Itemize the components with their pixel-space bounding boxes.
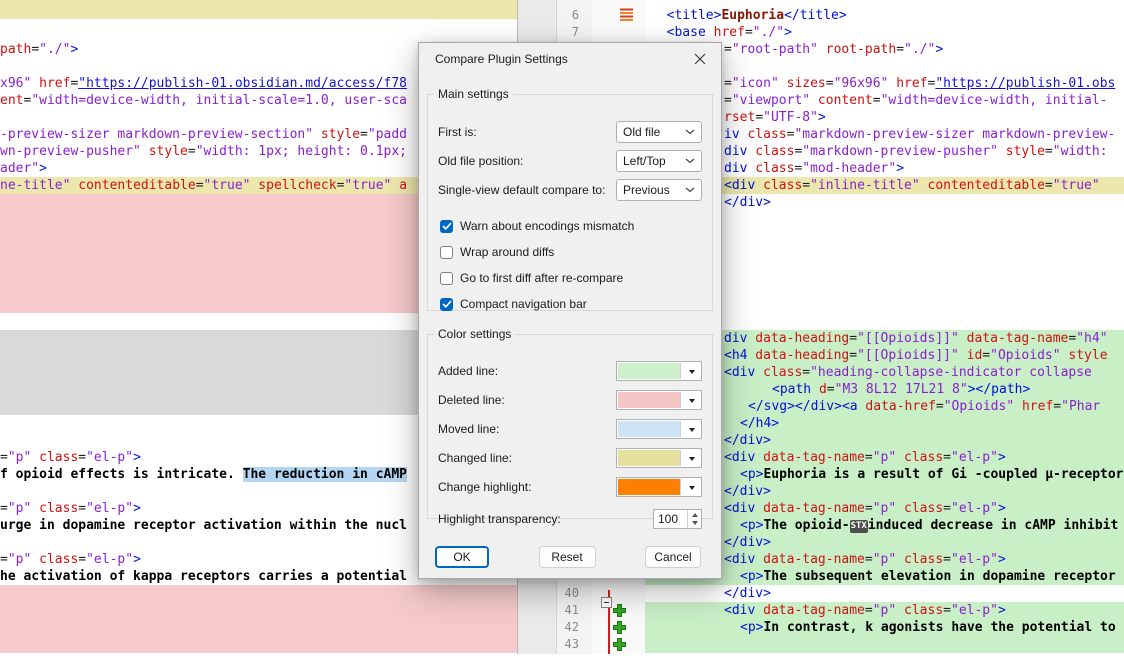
moved-line-label: Moved line: — [438, 422, 616, 436]
color-swatch — [618, 421, 681, 437]
color-settings-group: Color settings Added line: Deleted line:… — [427, 327, 713, 519]
checkbox-label: Compact navigation bar — [460, 297, 702, 311]
added-line-plus-icon — [613, 604, 626, 617]
deleted-line-label: Deleted line: — [438, 393, 616, 407]
close-icon — [694, 53, 706, 65]
deleted-line-color-select[interactable] — [616, 390, 702, 410]
dropdown-arrow-icon — [689, 428, 695, 432]
group-label-main: Main settings — [434, 87, 513, 101]
code-line — [645, 636, 1124, 653]
checkbox-box[interactable] — [440, 246, 453, 259]
added-line-color-row: Added line: — [438, 360, 702, 382]
spinner-up-icon[interactable] — [692, 513, 698, 517]
chevron-down-icon — [685, 187, 695, 193]
code-line — [0, 0, 517, 19]
code-line: <base href="./"> — [645, 24, 1124, 41]
wrap-around-diffs-checkbox[interactable]: Wrap around diffs — [440, 244, 702, 260]
added-line-plus-icon — [613, 621, 626, 634]
old-file-position-label: Old file position: — [438, 154, 616, 168]
color-swatch — [618, 392, 681, 408]
checkbox-box[interactable] — [440, 220, 453, 233]
change-highlight-color-row: Change highlight: — [438, 476, 702, 498]
checkbox-box[interactable] — [440, 298, 453, 311]
compare-plugin-settings-dialog: Compare Plugin Settings Main settings Fi… — [418, 42, 722, 579]
line-number: 41 — [565, 602, 579, 619]
code-line — [0, 636, 517, 653]
check-icon — [442, 300, 452, 308]
color-swatch — [618, 450, 681, 466]
code-line: <title>Euphoria</title> — [645, 7, 1124, 24]
chevron-down-icon — [685, 158, 695, 164]
chevron-down-icon — [685, 129, 695, 135]
first-is-row: First is: Old file — [438, 121, 702, 143]
default-compare-value: Previous — [623, 183, 685, 197]
dropdown-arrow-icon — [689, 457, 695, 461]
dropdown-arrow-icon — [689, 399, 695, 403]
first-is-select[interactable]: Old file — [616, 121, 702, 143]
code-line — [0, 619, 517, 636]
dialog-title: Compare Plugin Settings — [435, 52, 568, 66]
highlight-transparency-row: Highlight transparency: 100 — [438, 508, 702, 530]
checkbox-label: Wrap around diffs — [460, 245, 702, 259]
spinner-down-icon[interactable] — [692, 521, 698, 525]
added-line-color-select[interactable] — [616, 361, 702, 381]
line-number: 6 — [572, 7, 579, 24]
checkbox-box[interactable] — [440, 272, 453, 285]
added-line-plus-icon — [613, 638, 626, 651]
old-file-position-row: Old file position: Left/Top — [438, 150, 702, 172]
changed-line-label: Changed line: — [438, 451, 616, 465]
close-button[interactable] — [683, 46, 717, 72]
highlight-transparency-label: Highlight transparency: — [438, 512, 653, 526]
reset-button[interactable]: Reset — [539, 546, 596, 568]
changed-line-color-select[interactable] — [616, 448, 702, 468]
line-number: 43 — [565, 636, 579, 653]
diff-changed-marker-icon — [620, 8, 633, 21]
code-line: <div data-tag-name="p" class="el-p"> — [645, 602, 1124, 619]
moved-line-color-select[interactable] — [616, 419, 702, 439]
dialog-buttons: OK Reset Cancel — [435, 546, 701, 568]
check-icon — [442, 222, 452, 230]
spinner-buttons[interactable] — [687, 510, 701, 528]
line-number: 7 — [572, 24, 579, 41]
checkbox-label: Warn about encodings mismatch — [460, 219, 702, 233]
change-highlight-label: Change highlight: — [438, 480, 616, 494]
ok-button[interactable]: OK — [435, 546, 489, 568]
go-first-diff-checkbox[interactable]: Go to first diff after re-compare — [440, 270, 702, 286]
code-line — [0, 602, 517, 619]
moved-line-color-row: Moved line: — [438, 418, 702, 440]
color-swatch — [618, 479, 681, 495]
dropdown-arrow-icon — [689, 370, 695, 374]
code-line: </div> — [645, 585, 1124, 602]
highlight-transparency-input[interactable]: 100 — [653, 509, 702, 529]
main-settings-group: Main settings First is: Old file Old fil… — [427, 87, 713, 311]
fold-collapse-icon[interactable] — [601, 597, 612, 608]
code-line: <p>In contrast, k agonists have the pote… — [645, 619, 1124, 636]
code-line — [0, 585, 517, 602]
compact-navbar-checkbox[interactable]: Compact navigation bar — [440, 296, 702, 312]
default-compare-select[interactable]: Previous — [616, 179, 702, 201]
warn-encodings-checkbox[interactable]: Warn about encodings mismatch — [440, 218, 702, 234]
changed-line-color-row: Changed line: — [438, 447, 702, 469]
color-swatch — [618, 363, 681, 379]
cancel-button[interactable]: Cancel — [645, 546, 701, 568]
dropdown-arrow-icon — [689, 486, 695, 490]
default-compare-label: Single-view default compare to: — [438, 183, 616, 197]
added-line-label: Added line: — [438, 364, 616, 378]
old-file-position-value: Left/Top — [623, 154, 685, 168]
first-is-value: Old file — [623, 125, 685, 139]
change-highlight-color-select[interactable] — [616, 477, 702, 497]
first-is-label: First is: — [438, 125, 616, 139]
default-compare-row: Single-view default compare to: Previous — [438, 179, 702, 201]
highlight-transparency-value: 100 — [654, 512, 687, 526]
dialog-titlebar[interactable]: Compare Plugin Settings — [419, 43, 721, 75]
line-number: 42 — [565, 619, 579, 636]
checkbox-label: Go to first diff after re-compare — [460, 271, 702, 285]
line-number: 40 — [565, 585, 579, 602]
old-file-position-select[interactable]: Left/Top — [616, 150, 702, 172]
group-label-colors: Color settings — [434, 327, 515, 341]
deleted-line-color-row: Deleted line: — [438, 389, 702, 411]
